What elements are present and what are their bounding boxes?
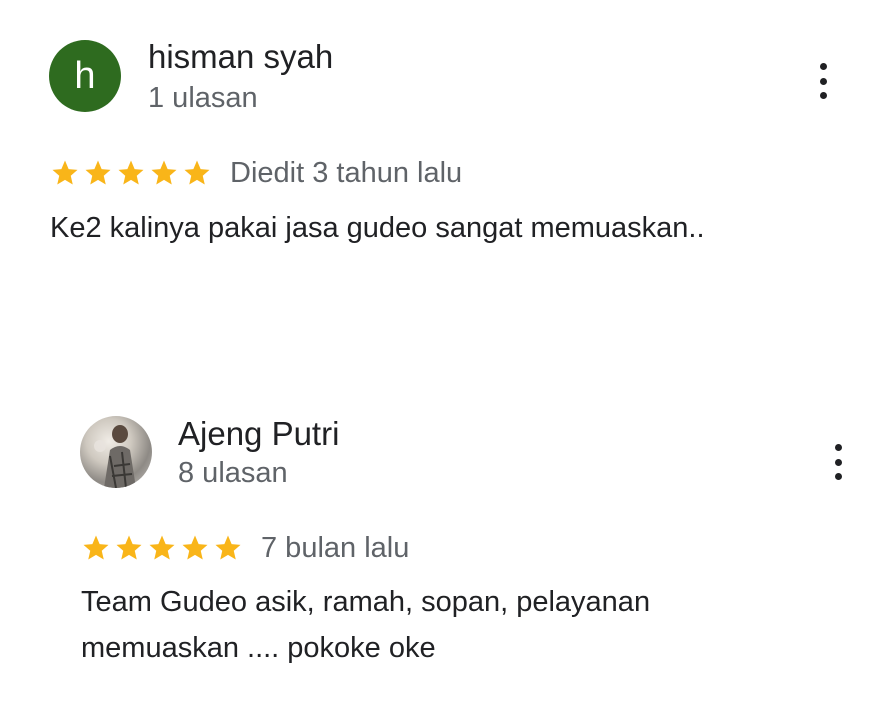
reviewer-name[interactable]: Ajeng Putri — [178, 415, 339, 453]
star-icon — [118, 160, 144, 185]
review-text-line: memuaskan .... pokoke oke — [81, 632, 436, 664]
menu-dot — [819, 92, 827, 99]
star-icon — [151, 160, 177, 185]
menu-dot — [819, 63, 827, 70]
review-text-line: Ke2 kalinya pakai jasa gudeo sangat memu… — [50, 212, 705, 244]
review-card-1: h hisman syah 1 ulasan Diedit 3 tahun la… — [0, 0, 891, 300]
star-icon — [215, 535, 241, 560]
review-date: 7 bulan lalu — [261, 531, 410, 564]
menu-dot — [834, 444, 842, 451]
review-count: 8 ulasan — [178, 457, 288, 489]
review-text: Ke2 kalinya pakai jasa gudeo sangat memu… — [50, 205, 705, 251]
star-icon — [182, 535, 208, 560]
avatar[interactable]: h — [49, 40, 121, 112]
menu-dot — [819, 77, 827, 85]
rating-row: 7 bulan lalu — [81, 528, 409, 568]
menu-dot — [834, 473, 842, 480]
review-text: Team Gudeo asik, ramah, sopan, pelayanan… — [81, 579, 650, 671]
more-vert-icon[interactable] — [826, 444, 850, 480]
avatar-letter: h — [74, 55, 96, 97]
review-card-2: Ajeng Putri 8 ulasan 7 bulan lalu Team G… — [0, 380, 891, 714]
star-icon — [116, 535, 142, 560]
star-icon — [52, 160, 78, 185]
review-date: Diedit 3 tahun lalu — [230, 156, 463, 189]
star-icon — [184, 160, 210, 185]
star-icon — [85, 160, 111, 185]
review-count: 1 ulasan — [148, 82, 258, 114]
menu-dot — [834, 458, 842, 466]
star-icon — [149, 535, 175, 560]
avatar-photo-icon — [94, 425, 136, 488]
star-rating — [81, 533, 243, 563]
more-vert-icon[interactable] — [811, 63, 835, 99]
review-text-line: Team Gudeo asik, ramah, sopan, pelayanan — [81, 586, 651, 618]
rating-row: Diedit 3 tahun lalu — [50, 153, 462, 193]
reviewer-name[interactable]: hisman syah — [148, 38, 333, 76]
star-icon — [83, 535, 109, 560]
avatar[interactable] — [80, 416, 152, 488]
star-rating — [50, 158, 212, 188]
